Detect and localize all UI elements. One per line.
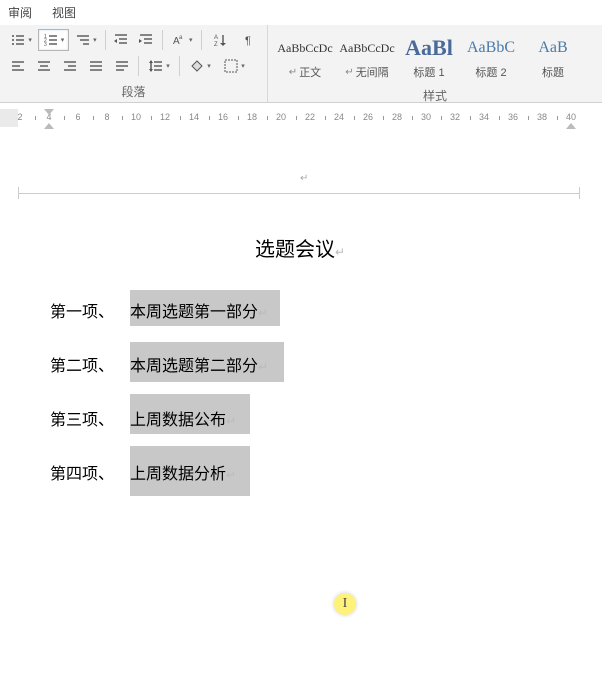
list-text[interactable]: 本周选题第二部分↵ bbox=[130, 352, 268, 376]
svg-text:3: 3 bbox=[44, 42, 47, 48]
document-page: ↵ 选题会议↵ 第一项、 本周选题第一部分↵ 第二项、 本周选题第二部分↵ 第三… bbox=[0, 133, 602, 673]
line-spacing-button[interactable]: ▾ bbox=[143, 55, 175, 77]
shading-button[interactable]: ▾ bbox=[184, 55, 216, 77]
bullets-button[interactable]: ▾ bbox=[6, 29, 36, 51]
document-body[interactable]: 选题会议↵ 第一项、 本周选题第一部分↵ 第二项、 本周选题第二部分↵ 第三项、… bbox=[50, 233, 550, 514]
numbered-list: 第一项、 本周选题第一部分↵ 第二项、 本周选题第二部分↵ 第三项、 上周数据公… bbox=[50, 298, 550, 484]
svg-text:A: A bbox=[214, 35, 218, 41]
style-normal[interactable]: AaBbCcDc ↵正文 bbox=[274, 29, 336, 85]
header-paragraph-mark: ↵ bbox=[300, 173, 308, 184]
ruler-area: 246810121416182022242628303234363840 bbox=[0, 103, 602, 133]
svg-text:Z: Z bbox=[214, 42, 218, 48]
borders-button[interactable]: ▾ bbox=[218, 55, 250, 77]
horizontal-ruler[interactable]: 246810121416182022242628303234363840 bbox=[0, 109, 602, 127]
sort-button[interactable]: AZ bbox=[206, 29, 236, 51]
list-number-label: 第一项、 bbox=[50, 298, 130, 322]
style-no-spacing[interactable]: AaBbCcDc ↵无间隔 bbox=[336, 29, 398, 85]
list-number-label: 第三项、 bbox=[50, 406, 130, 430]
menu-view[interactable]: 视图 bbox=[52, 4, 76, 21]
paragraph-mark-icon: ↵ bbox=[345, 67, 353, 78]
list-item[interactable]: 第三项、 上周数据公布↵ bbox=[50, 406, 550, 430]
svg-text:¶: ¶ bbox=[245, 35, 251, 47]
list-text[interactable]: 上周数据公布↵ bbox=[130, 406, 236, 430]
paragraph-mark-icon: ↵ bbox=[289, 67, 297, 78]
list-item[interactable]: 第一项、 本周选题第一部分↵ bbox=[50, 298, 550, 322]
show-marks-button[interactable]: ¶ bbox=[238, 29, 261, 51]
menu-bar: 审阅 视图 bbox=[0, 0, 602, 25]
distribute-button[interactable] bbox=[110, 55, 134, 77]
group-styles: AaBbCcDc ↵正文 AaBbCcDc ↵无间隔 AaBl 标题 1 AaB… bbox=[268, 25, 602, 102]
list-text[interactable]: 本周选题第一部分↵ bbox=[130, 298, 268, 322]
svg-text:a: a bbox=[179, 35, 183, 41]
style-title[interactable]: AaB 标题 bbox=[522, 29, 584, 85]
list-item[interactable]: 第四项、 上周数据分析↵ bbox=[50, 460, 550, 484]
paragraph-group-label: 段落 bbox=[6, 81, 261, 100]
list-text[interactable]: 上周数据分析↵ bbox=[130, 460, 236, 484]
decrease-indent-button[interactable] bbox=[110, 29, 133, 51]
align-right-button[interactable] bbox=[58, 55, 82, 77]
numbering-button[interactable]: 123▾ bbox=[38, 29, 68, 51]
style-gallery: AaBbCcDc ↵正文 AaBbCcDc ↵无间隔 AaBl 标题 1 AaB… bbox=[274, 29, 596, 85]
style-heading-1[interactable]: AaBl 标题 1 bbox=[398, 29, 460, 85]
justify-button[interactable] bbox=[84, 55, 108, 77]
list-number-label: 第二项、 bbox=[50, 352, 130, 376]
asian-layout-button[interactable]: Aa▾ bbox=[167, 29, 197, 51]
align-left-button[interactable] bbox=[6, 55, 30, 77]
align-center-button[interactable] bbox=[32, 55, 56, 77]
style-heading-2[interactable]: AaBbC 标题 2 bbox=[460, 29, 522, 85]
increase-indent-button[interactable] bbox=[135, 29, 158, 51]
document-title[interactable]: 选题会议↵ bbox=[50, 233, 550, 262]
list-number-label: 第四项、 bbox=[50, 460, 130, 484]
list-item[interactable]: 第二项、 本周选题第二部分↵ bbox=[50, 352, 550, 376]
styles-group-label: 样式 bbox=[274, 85, 596, 104]
group-paragraph: ▾ 123▾ ▾ Aa▾ AZ ¶ ▾ ▾ ▾ 段落 bbox=[0, 25, 268, 102]
menu-review[interactable]: 审阅 bbox=[8, 4, 32, 21]
multilevel-list-button[interactable]: ▾ bbox=[71, 29, 101, 51]
text-cursor-indicator: I bbox=[334, 593, 356, 615]
ribbon: ▾ 123▾ ▾ Aa▾ AZ ¶ ▾ ▾ ▾ 段落 bbox=[0, 25, 602, 103]
